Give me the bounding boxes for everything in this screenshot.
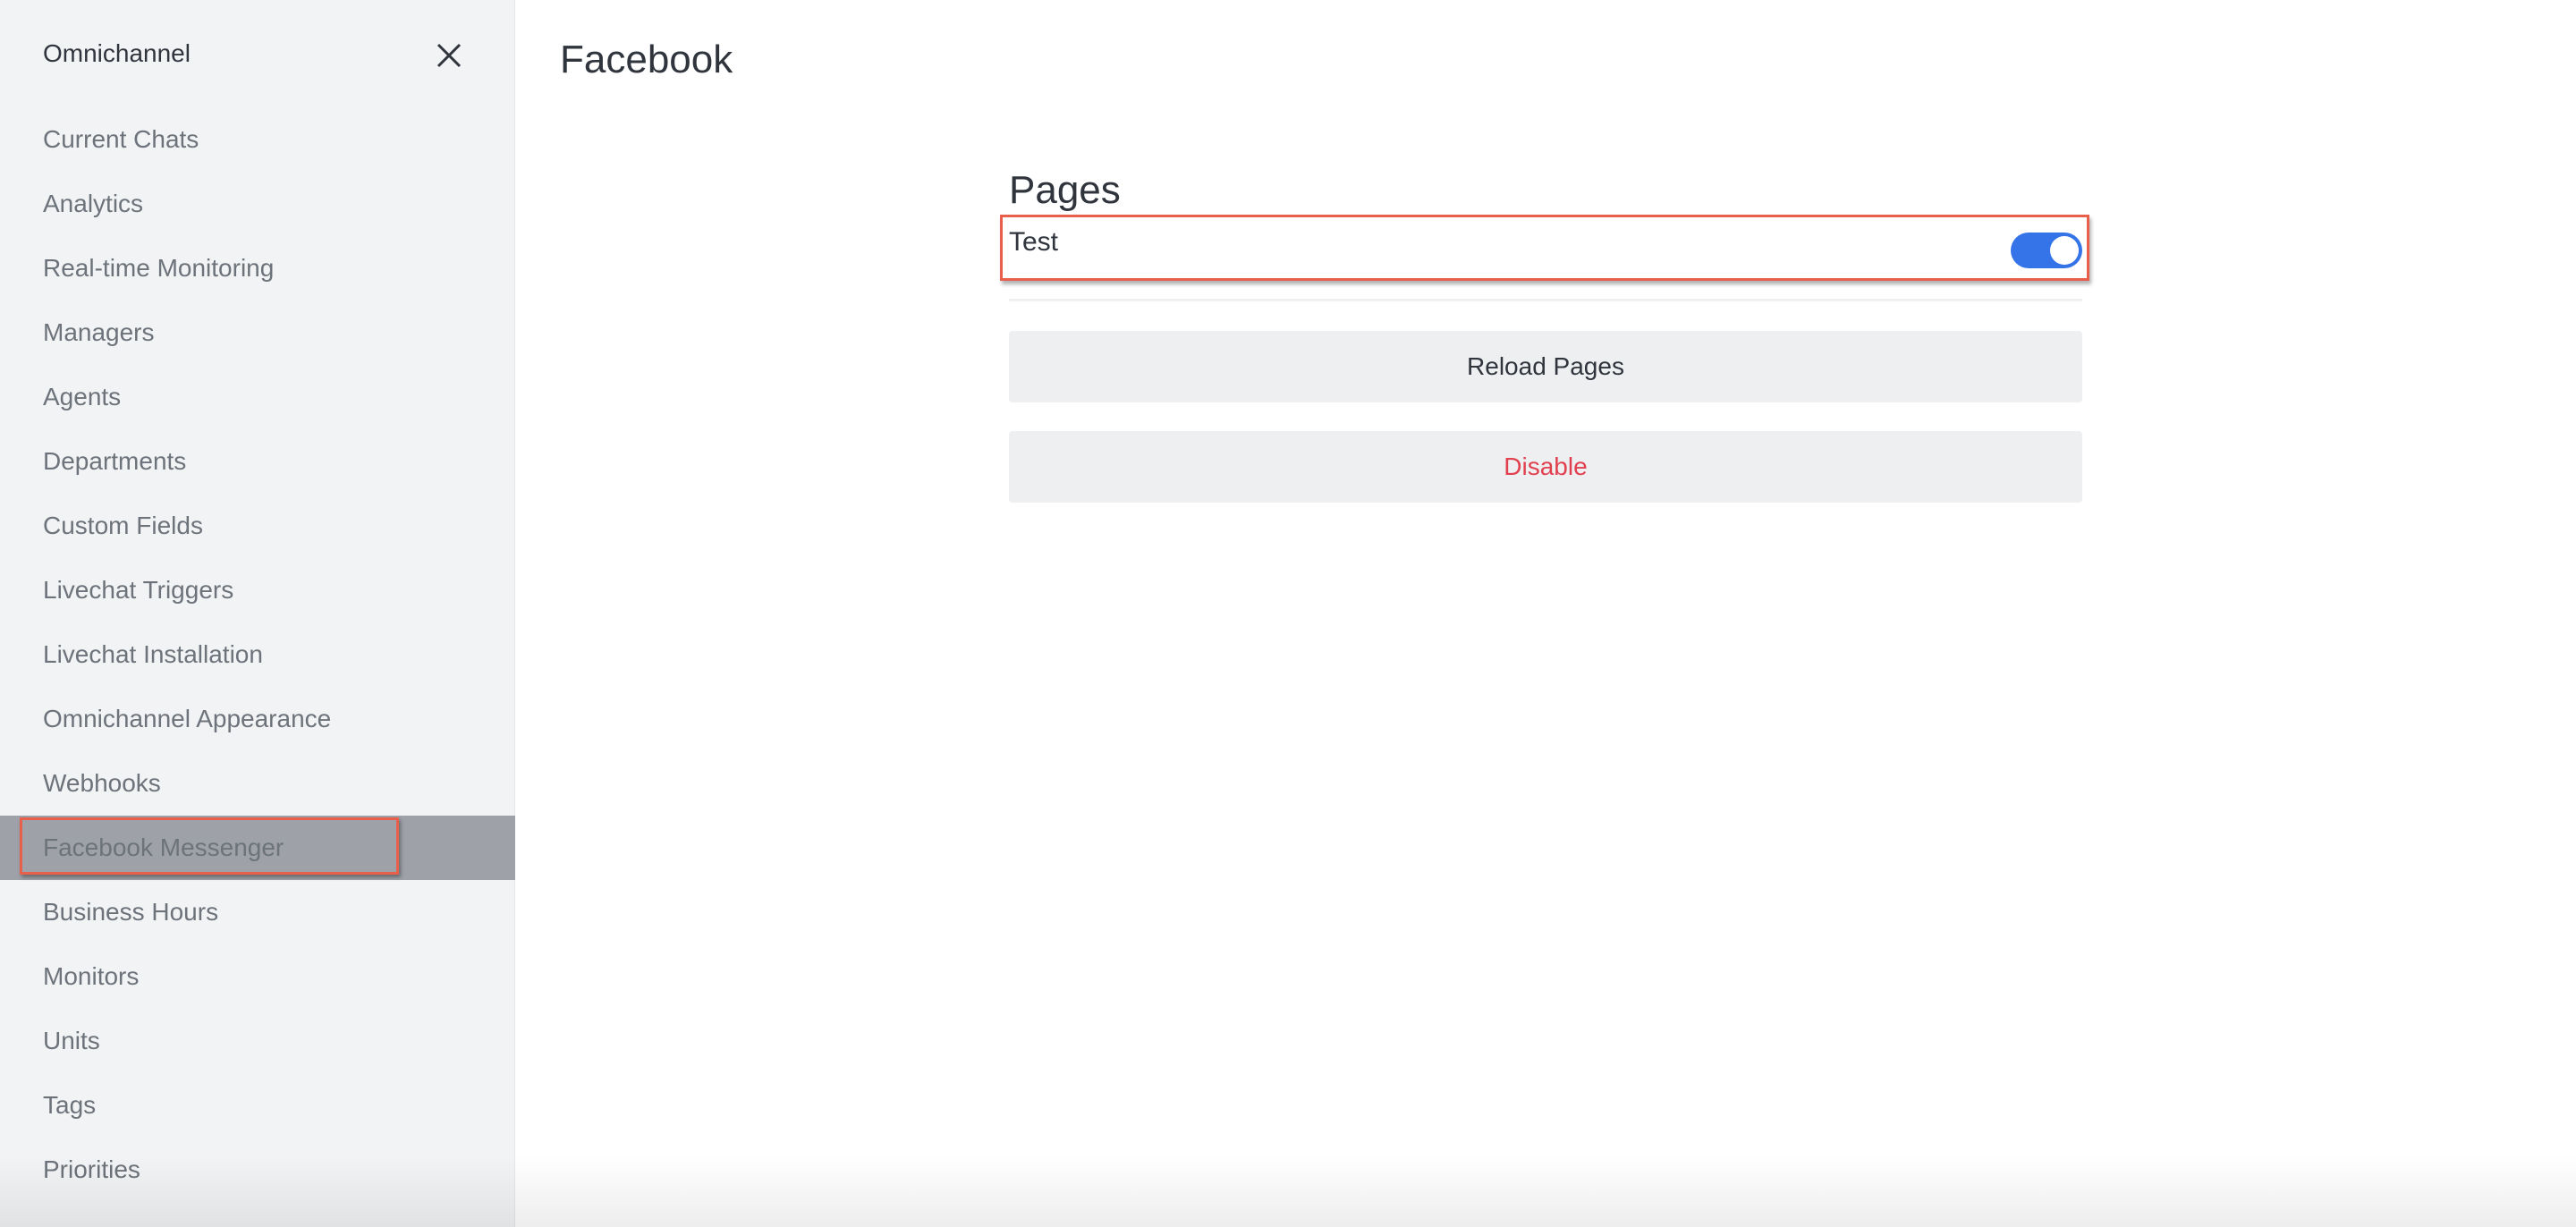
close-icon (436, 43, 462, 68)
sidebar-item-agents[interactable]: Agents (0, 365, 515, 429)
sidebar-item-managers[interactable]: Managers (0, 300, 515, 365)
page-row: Test (1000, 215, 2089, 281)
disable-button[interactable]: Disable (1009, 431, 2082, 503)
sidebar-item-units[interactable]: Units (0, 1009, 515, 1073)
sidebar: Omnichannel Current Chats Analytics Real… (0, 0, 515, 1227)
sidebar-item-real-time-monitoring[interactable]: Real-time Monitoring (0, 236, 515, 300)
sidebar-title: Omnichannel (43, 39, 191, 67)
sidebar-item-label: Departments (43, 447, 187, 475)
sidebar-item-webhooks[interactable]: Webhooks (0, 751, 515, 816)
sidebar-item-label: Agents (43, 383, 122, 410)
reload-pages-button[interactable]: Reload Pages (1009, 331, 2082, 402)
divider (1009, 299, 2082, 301)
sidebar-item-label: Custom Fields (43, 512, 203, 539)
highlight-box (20, 817, 399, 875)
sidebar-item-label: Livechat Installation (43, 640, 263, 668)
sidebar-item-custom-fields[interactable]: Custom Fields (0, 494, 515, 558)
main-content: Facebook Pages Test Reload Pages Disable (515, 0, 2576, 1227)
sidebar-item-monitors[interactable]: Monitors (0, 944, 515, 1009)
sidebar-item-facebook-messenger[interactable]: Facebook Messenger (0, 816, 515, 880)
sidebar-header: Omnichannel (43, 32, 472, 77)
sidebar-item-label: Tags (43, 1091, 97, 1119)
sidebar-item-label: Analytics (43, 190, 144, 217)
sidebar-item-business-hours[interactable]: Business Hours (0, 880, 515, 944)
sidebar-item-omnichannel-appearance[interactable]: Omnichannel Appearance (0, 687, 515, 751)
sidebar-item-departments[interactable]: Departments (0, 429, 515, 494)
highlight-box (1000, 215, 2089, 281)
sidebar-item-label: Real-time Monitoring (43, 254, 275, 282)
sidebar-item-label: Monitors (43, 962, 140, 990)
page-name: Test (1009, 227, 1059, 257)
page-enabled-toggle[interactable] (2011, 233, 2082, 268)
sidebar-item-label: Managers (43, 318, 155, 346)
sidebar-item-analytics[interactable]: Analytics (0, 172, 515, 236)
sidebar-item-label: Business Hours (43, 898, 219, 926)
sidebar-item-label: Webhooks (43, 769, 161, 797)
sidebar-item-label: Units (43, 1027, 100, 1054)
page-title: Facebook (560, 38, 733, 81)
close-button[interactable] (431, 38, 467, 73)
sidebar-item-priorities[interactable]: Priorities (0, 1138, 515, 1202)
sidebar-item-tags[interactable]: Tags (0, 1073, 515, 1138)
sidebar-item-label: Current Chats (43, 125, 199, 153)
sidebar-item-label: Priorities (43, 1155, 140, 1183)
sidebar-item-current-chats[interactable]: Current Chats (0, 107, 515, 172)
sidebar-item-label: Omnichannel Appearance (43, 705, 332, 732)
facebook-settings: Pages Test Reload Pages Disable (1000, 166, 2089, 503)
sidebar-nav: Current Chats Analytics Real-time Monito… (0, 107, 515, 1202)
sidebar-item-livechat-installation[interactable]: Livechat Installation (0, 622, 515, 687)
section-title: Pages (1009, 168, 1121, 212)
sidebar-item-label: Livechat Triggers (43, 576, 234, 604)
toggle-knob (2050, 236, 2079, 265)
sidebar-item-livechat-triggers[interactable]: Livechat Triggers (0, 558, 515, 622)
